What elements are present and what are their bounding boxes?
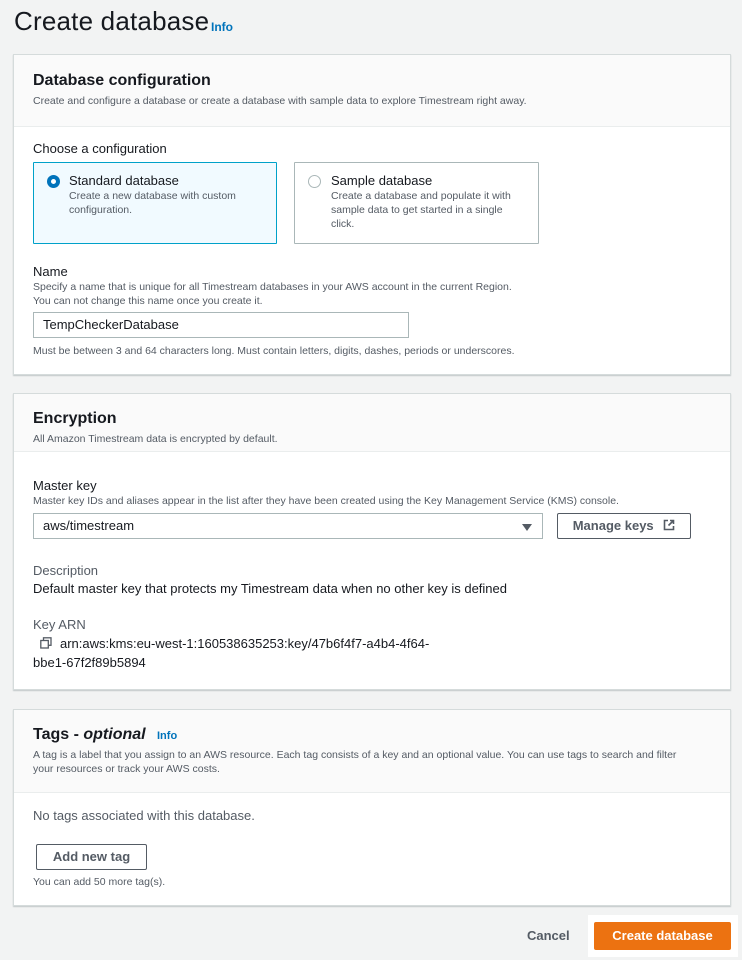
tags-panel: Tags - optional Info A tag is a label th… <box>13 709 731 906</box>
copy-icon[interactable] <box>40 637 52 649</box>
tags-info-link[interactable]: Info <box>157 730 177 742</box>
manage-keys-button[interactable]: Manage keys <box>557 513 691 539</box>
encryption-description: All Amazon Timestream data is encrypted … <box>33 433 278 445</box>
key-description-value: Default master key that protects my Time… <box>33 581 507 596</box>
tags-header: Tags - optional Info A tag is a label th… <box>14 710 730 793</box>
sample-database-title: Sample database <box>331 173 433 188</box>
database-configuration-description: Create and configure a database or creat… <box>33 95 527 107</box>
key-arn-label: Key ARN <box>33 617 86 632</box>
name-constraint: Must be between 3 and 64 characters long… <box>33 345 515 357</box>
standard-database-desc-2: configuration. <box>69 204 133 216</box>
cancel-button[interactable]: Cancel <box>527 928 570 943</box>
name-description-2: You can not change this name once you cr… <box>33 295 263 307</box>
choose-configuration-label: Choose a configuration <box>33 141 167 156</box>
database-name-input[interactable]: TempCheckerDatabase <box>33 312 409 338</box>
encryption-title: Encryption <box>33 410 117 427</box>
page-title: Create database <box>14 6 210 36</box>
create-database-button[interactable]: Create database <box>594 922 731 950</box>
name-label: Name <box>33 264 68 279</box>
tags-description-1: A tag is a label that you assign to an A… <box>33 749 677 761</box>
key-description-label: Description <box>33 563 99 578</box>
database-configuration-panel: Database configuration Create and config… <box>13 54 731 375</box>
tags-description-2: your resources or track your AWS costs. <box>33 763 220 775</box>
page-info-link[interactable]: Info <box>211 20 233 34</box>
key-arn-value-1: arn:aws:kms:eu-west-1:160538635253:key/4… <box>60 636 430 651</box>
tags-title-main: Tags - <box>33 726 84 743</box>
database-configuration-header: Database configuration Create and config… <box>14 55 730 127</box>
manage-keys-label: Manage keys <box>572 518 654 533</box>
encryption-header: Encryption All Amazon Timestream data is… <box>14 394 730 452</box>
no-tags-message: No tags associated with this database. <box>33 808 255 823</box>
standard-database-title: Standard database <box>69 173 179 188</box>
tags-title: Tags - optional <box>33 726 146 744</box>
standard-database-desc-1: Create a new database with custom <box>69 190 236 202</box>
master-key-description: Master key IDs and aliases appear in the… <box>33 495 619 507</box>
master-key-value: aws/timestream <box>43 518 135 533</box>
key-arn-value-2: bbe1-67f2f89b5894 <box>33 655 146 670</box>
sample-database-desc-3: click. <box>331 218 355 230</box>
sample-database-tile[interactable]: Sample database Create a database and po… <box>294 162 539 244</box>
add-new-tag-button[interactable]: Add new tag <box>36 844 147 870</box>
name-description-1: Specify a name that is unique for all Ti… <box>33 281 512 293</box>
encryption-panel: Encryption All Amazon Timestream data is… <box>13 393 731 690</box>
sample-database-desc-1: Create a database and populate it with <box>331 190 511 202</box>
sample-database-desc-2: sample data to get started in a single <box>331 204 503 216</box>
database-configuration-title: Database configuration <box>33 72 211 89</box>
external-link-icon <box>663 519 675 531</box>
tags-title-optional: optional <box>83 726 146 743</box>
standard-database-radio[interactable] <box>47 175 60 188</box>
standard-database-tile[interactable]: Standard database Create a new database … <box>33 162 277 244</box>
master-key-select[interactable]: aws/timestream <box>33 513 543 539</box>
master-key-label: Master key <box>33 478 97 493</box>
chevron-down-icon <box>522 524 532 531</box>
tags-remaining: You can add 50 more tag(s). <box>33 876 166 888</box>
sample-database-radio[interactable] <box>308 175 321 188</box>
